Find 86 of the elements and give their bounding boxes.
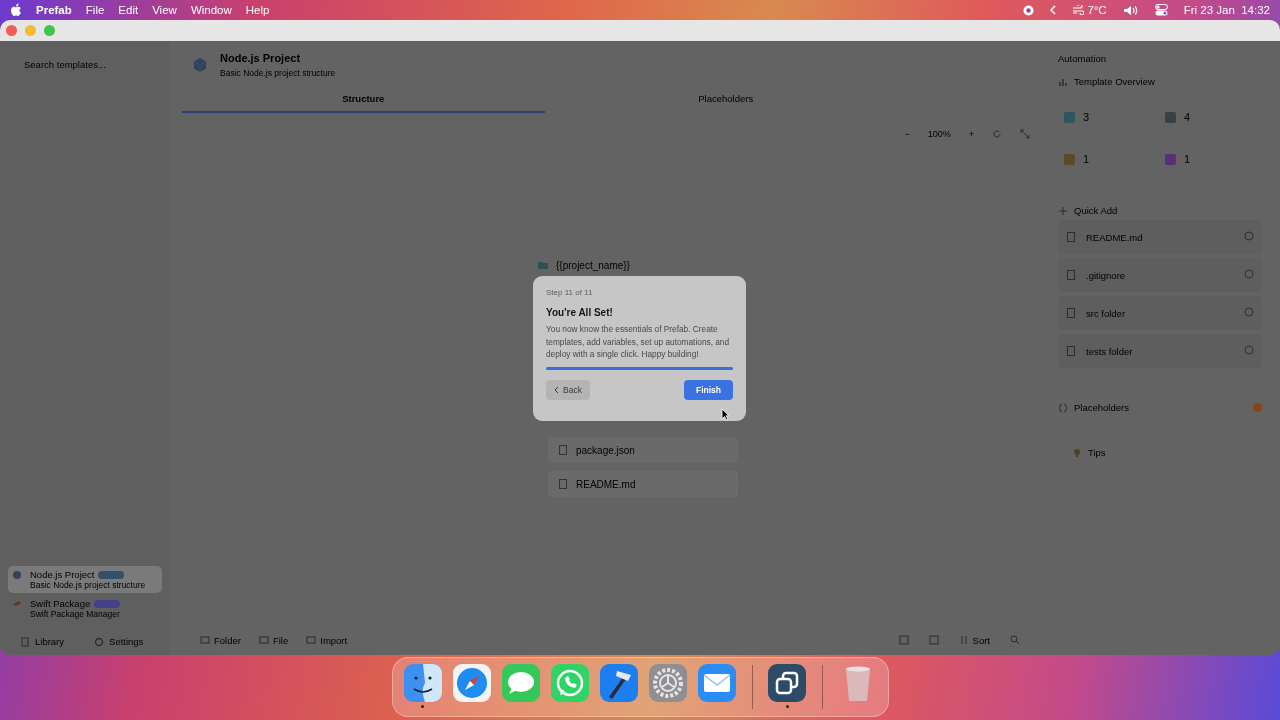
section-title: Placeholders [1074, 402, 1129, 413]
tab[interactable]: Placeholders [544, 89, 907, 113]
menu-item[interactable]: Window [190, 4, 232, 16]
search-field[interactable]: Search templates... [8, 57, 180, 72]
reset-icon [992, 129, 1002, 139]
stat-value: 3 [1083, 111, 1090, 123]
dialog-title: You're All Set! [546, 307, 614, 318]
stat-value: 4 [1184, 111, 1191, 123]
hammer-icon[interactable] [598, 663, 639, 703]
finder-icon[interactable] [402, 663, 443, 703]
expand-icon [1020, 129, 1030, 139]
zoom-level: 100% [927, 129, 951, 139]
sort-button[interactable]: Sort [958, 634, 990, 646]
file-icon [1066, 232, 1076, 242]
tab[interactable]: Structure [182, 89, 545, 113]
toolbar-button[interactable]: Import [306, 634, 348, 646]
template-item[interactable]: Swift Package Swift Package Manager [8, 595, 162, 622]
menu-item[interactable]: Edit [118, 4, 139, 16]
template-item[interactable]: Node.js Project Basic Node.js project structure [8, 566, 162, 593]
template-subtitle: Basic Node.js project structure [220, 68, 336, 78]
template-name: Node.js Project [30, 569, 95, 580]
menu-item[interactable]: Help [245, 4, 270, 16]
control-center-icon[interactable] [1154, 4, 1168, 16]
volume-icon[interactable] [1122, 4, 1139, 16]
zoom-in-button[interactable]: + [968, 129, 974, 139]
menu-bar-clock[interactable]: Fri 23 Jan 14:32 [1183, 4, 1270, 16]
quick-add-item[interactable]: tests folder [1058, 334, 1262, 368]
sort-icon [958, 635, 969, 645]
zoom-out-button[interactable]: − [904, 129, 910, 139]
quick-add-name: .gitignore [1086, 269, 1126, 281]
automation-tab[interactable]: Automation [1058, 53, 1107, 64]
envelope-icon[interactable] [696, 663, 737, 703]
step-counter: Step 11 of 11 [546, 288, 594, 297]
menu-item[interactable]: File [85, 4, 105, 16]
bar-chart-icon [1058, 76, 1068, 87]
chevron-left-icon [554, 385, 559, 394]
tree-file[interactable]: README.md [576, 478, 636, 490]
app-menu[interactable]: Prefab [36, 4, 72, 16]
warning-badge [1253, 403, 1262, 412]
tree-file[interactable]: package.json [576, 444, 635, 456]
file-icon [1066, 308, 1076, 318]
template-name: Swift Package [30, 598, 91, 609]
template-title: Node.js Project [220, 52, 302, 64]
section-title: Template Overview [1074, 76, 1155, 87]
quick-add-item[interactable]: README.md [1058, 220, 1262, 254]
quick-add-name: src folder [1086, 307, 1126, 319]
file-icon [558, 479, 568, 489]
file-icon [558, 445, 568, 455]
quick-add-name: README.md [1086, 231, 1143, 243]
file-icon [1066, 270, 1076, 280]
quick-add-name: tests folder [1086, 345, 1133, 357]
close-button[interactable] [6, 25, 17, 36]
chat-bubble-icon[interactable] [500, 663, 541, 703]
toolbar-button[interactable]: Folder [200, 634, 241, 646]
chevron-left-icon[interactable] [1050, 5, 1057, 15]
record-icon[interactable] [1023, 4, 1035, 16]
section-title: Quick Add [1074, 205, 1118, 216]
phone-bubble-icon[interactable] [549, 663, 590, 703]
quick-add-item[interactable]: src folder [1058, 296, 1262, 330]
compass-icon[interactable] [451, 663, 492, 703]
file-icon [1066, 346, 1076, 356]
back-button[interactable]: Back [546, 379, 590, 400]
wind-icon[interactable] [1072, 5, 1085, 15]
stat-value: 1 [1184, 153, 1191, 165]
lightbulb-icon [1072, 447, 1082, 458]
toolbar-button[interactable]: File [258, 634, 289, 646]
dialog-message: You now know the essentials of Prefab. Create templates, add variables, set up automations, and deploy with a single click. Happy building! [546, 323, 731, 361]
template-description: Basic Node.js project structure [30, 580, 147, 590]
plus-icon [1058, 205, 1068, 216]
cube-icon [192, 57, 208, 73]
search-icon [1010, 635, 1020, 645]
stacked-squares-icon[interactable] [767, 663, 807, 703]
template-description: Swift Package Manager [30, 609, 121, 619]
temperature[interactable]: 7°C [1087, 4, 1107, 16]
finish-button[interactable]: Finish [683, 379, 733, 400]
tree-folder[interactable]: {{project_name}} [556, 259, 630, 271]
menu-item[interactable]: View [152, 4, 177, 16]
library-link[interactable]: Library [20, 636, 65, 647]
braces-icon [1058, 402, 1068, 413]
section-title: Tips [1088, 447, 1106, 458]
apple-icon[interactable] [10, 3, 22, 17]
cursor-icon [721, 408, 730, 421]
quick-add-item[interactable]: .gitignore [1058, 258, 1262, 292]
folder-icon [538, 260, 548, 270]
stat-value: 1 [1083, 153, 1090, 165]
settings-link[interactable]: Settings [94, 636, 144, 647]
